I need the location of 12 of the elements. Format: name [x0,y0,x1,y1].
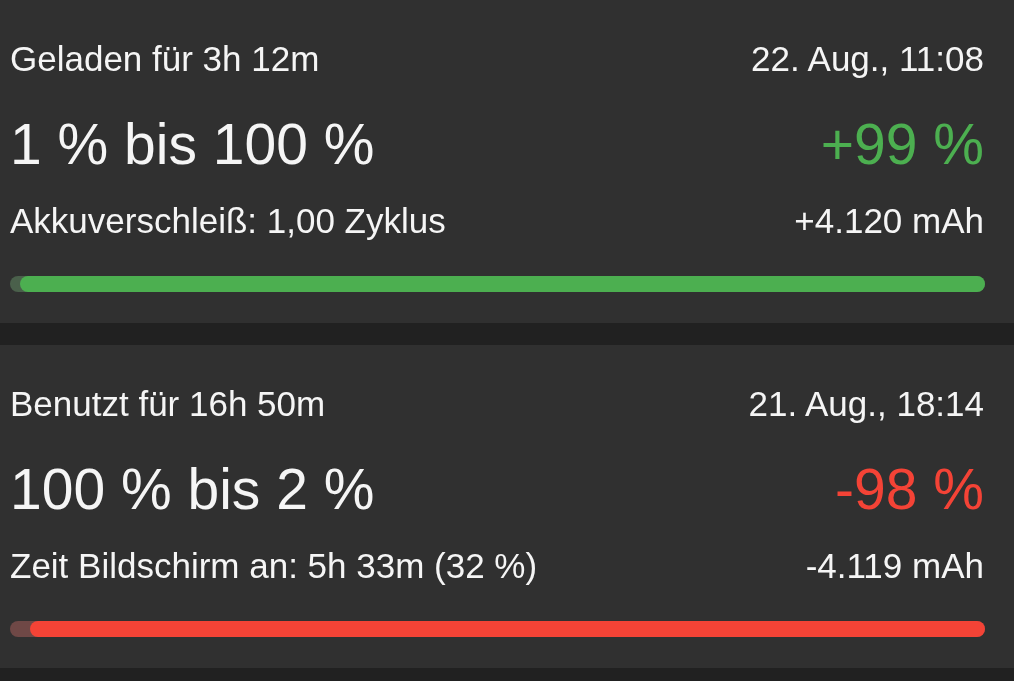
percent-range: 100 % bis 2 % [10,456,375,522]
session-duration: Benutzt für 16h 50m [10,384,326,424]
session-detail: Zeit Bildschirm an: 5h 33m (32 %) [10,546,538,586]
session-date: 22. Aug., 11:08 [751,39,984,79]
session-duration: Geladen für 3h 12m [10,39,320,79]
capacity-change: -4.119 mAh [805,546,984,586]
session-date: 21. Aug., 18:14 [748,384,984,424]
percent-change: +99 % [820,111,984,177]
percent-change: -98 % [835,456,984,522]
percent-range: 1 % bis 100 % [10,111,375,177]
capacity-change: +4.120 mAh [794,201,984,241]
session-detail: Akkuverschleiß: 1,00 Zyklus [10,201,446,241]
